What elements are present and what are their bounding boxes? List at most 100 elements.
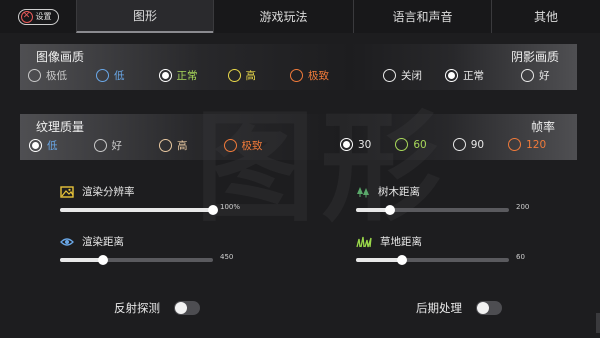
grass-distance-fill: [356, 258, 402, 262]
image-quality-option[interactable]: 低: [96, 68, 125, 83]
shadow-quality-title: 阴影画质: [510, 50, 559, 64]
image-quality-option-label: 正常: [176, 70, 198, 82]
texture-quality-option-label: 好: [111, 140, 123, 152]
tab-gameplay[interactable]: 游戏玩法: [213, 0, 353, 33]
reflection-toggle[interactable]: [174, 301, 200, 315]
frame-rate-option[interactable]: 90: [452, 138, 485, 151]
post-processing-label: 后期处理: [416, 301, 462, 315]
image-quality-options: 极低 低 正常 高 极致: [28, 68, 329, 83]
grass-distance-value: 60: [516, 253, 525, 261]
render-distance-slider[interactable]: [60, 255, 213, 265]
texture-quality-option[interactable]: 高: [159, 138, 188, 153]
radio-icon: [383, 69, 396, 82]
radio-icon: [28, 69, 41, 82]
tab-graphics[interactable]: 图形: [76, 0, 213, 33]
image-quality-option-label: 极致: [308, 70, 329, 82]
tree-distance-label: 树木距离: [378, 186, 420, 198]
texture-quality-options: 低 好 高 极致: [29, 138, 263, 153]
radio-icon: [223, 139, 237, 152]
shadow-quality-options: 关闭 正常 好: [383, 68, 550, 83]
render-resolution-handle[interactable]: [208, 205, 218, 215]
image-quality-option-label: 低: [114, 70, 125, 82]
reflection-label: 反射探测: [114, 301, 160, 315]
shadow-quality-option[interactable]: 好: [521, 68, 550, 83]
tree-distance-value: 200: [516, 203, 530, 211]
settings-back-button[interactable]: ✕ 设置: [0, 0, 76, 33]
render-resolution-label: 渲染分辨率: [82, 186, 135, 198]
render-resolution-setting: 渲染分辨率 100%: [60, 184, 250, 215]
tree-icon: [357, 186, 369, 197]
grass-distance-label: 草地距离: [380, 236, 422, 248]
scrollbar[interactable]: [596, 313, 600, 333]
tab-language-sound[interactable]: 语言和声音: [353, 0, 491, 33]
image-quality-option[interactable]: 高: [227, 68, 257, 83]
reflection-toggle-knob: [175, 302, 187, 314]
image-quality-title: 图像画质: [36, 50, 85, 64]
radio-icon: [227, 69, 241, 82]
radio-icon: [508, 138, 522, 151]
image-quality-option[interactable]: 极低: [28, 68, 67, 83]
grass-distance-handle[interactable]: [396, 255, 407, 265]
radio-icon: [521, 69, 534, 82]
tree-distance-slider[interactable]: [356, 205, 509, 215]
tree-distance-handle[interactable]: [384, 205, 395, 215]
image-quality-option-label: 高: [245, 70, 257, 82]
radio-icon: [158, 69, 172, 82]
texture-quality-option-label: 高: [177, 140, 188, 152]
post-processing-setting: 后期处理: [416, 300, 502, 316]
radio-icon: [96, 69, 109, 82]
frame-rate-options: 30 60 90 120: [340, 138, 546, 151]
frame-rate-option[interactable]: 60: [395, 138, 427, 151]
texture-quality-option[interactable]: 好: [93, 138, 123, 153]
frame-rate-option-label: 90: [470, 138, 485, 151]
shadow-quality-option-label: 好: [539, 70, 550, 82]
image-quality-option[interactable]: 极致: [290, 68, 329, 83]
texture-quality-option[interactable]: 极致: [223, 138, 263, 153]
texture-quality-option-label: 低: [47, 140, 58, 152]
grass-icon: [356, 236, 372, 247]
radio-icon: [290, 69, 303, 82]
settings-back-label: 设置: [35, 12, 52, 21]
close-icon: ✕: [20, 10, 33, 23]
render-distance-setting: 渲染距离 450: [60, 234, 250, 265]
texture-quality-panel: 纹理质量 低 好 高 极致: [20, 114, 340, 160]
post-processing-toggle[interactable]: [476, 301, 502, 315]
render-distance-label: 渲染距离: [82, 236, 124, 248]
render-resolution-slider[interactable]: [60, 205, 218, 215]
radio-icon: [452, 138, 466, 151]
render-distance-handle[interactable]: [97, 255, 108, 265]
texture-quality-option[interactable]: 低: [29, 138, 58, 153]
texture-quality-option-label: 极致: [241, 140, 263, 152]
reflection-setting: 反射探测: [114, 300, 200, 316]
shadow-quality-option[interactable]: 正常: [445, 68, 484, 83]
render-resolution-fill: [60, 208, 213, 212]
shadow-quality-option[interactable]: 关闭: [383, 68, 422, 83]
frame-rate-option-label: 30: [358, 138, 372, 151]
radio-icon: [29, 139, 42, 152]
eye-icon: [60, 237, 74, 246]
image-quality-panel: 图像画质 极低 低 正常 高 极致: [20, 44, 350, 90]
texture-quality-title: 纹理质量: [36, 120, 85, 134]
shadow-quality-option-label: 关闭: [401, 70, 422, 82]
radio-icon: [395, 138, 409, 151]
frame-rate-title: 帧率: [530, 120, 555, 134]
frame-rate-panel: 帧率 30 60 90 120: [340, 114, 577, 160]
grass-distance-setting: 草地距离 60: [356, 234, 546, 265]
image-icon: [60, 185, 74, 198]
frame-rate-option[interactable]: 30: [340, 138, 371, 151]
image-quality-option[interactable]: 正常: [158, 68, 198, 83]
tab-bar: ✕ 设置 图形 游戏玩法 语言和声音 其他: [0, 0, 600, 33]
radio-icon: [445, 69, 458, 82]
render-distance-fill: [60, 258, 103, 262]
radio-icon: [93, 139, 107, 152]
tab-other[interactable]: 其他: [491, 0, 600, 33]
radio-icon: [340, 138, 353, 151]
render-resolution-value: 100%: [220, 203, 241, 211]
frame-rate-option-label: 120: [526, 138, 547, 151]
frame-rate-option[interactable]: 120: [508, 138, 546, 151]
shadow-quality-option-label: 正常: [463, 70, 484, 82]
post-processing-toggle-knob: [477, 302, 489, 314]
image-quality-option-label: 极低: [46, 70, 67, 82]
grass-distance-slider[interactable]: [356, 255, 509, 265]
settings-back-pill[interactable]: ✕ 设置: [17, 8, 59, 25]
